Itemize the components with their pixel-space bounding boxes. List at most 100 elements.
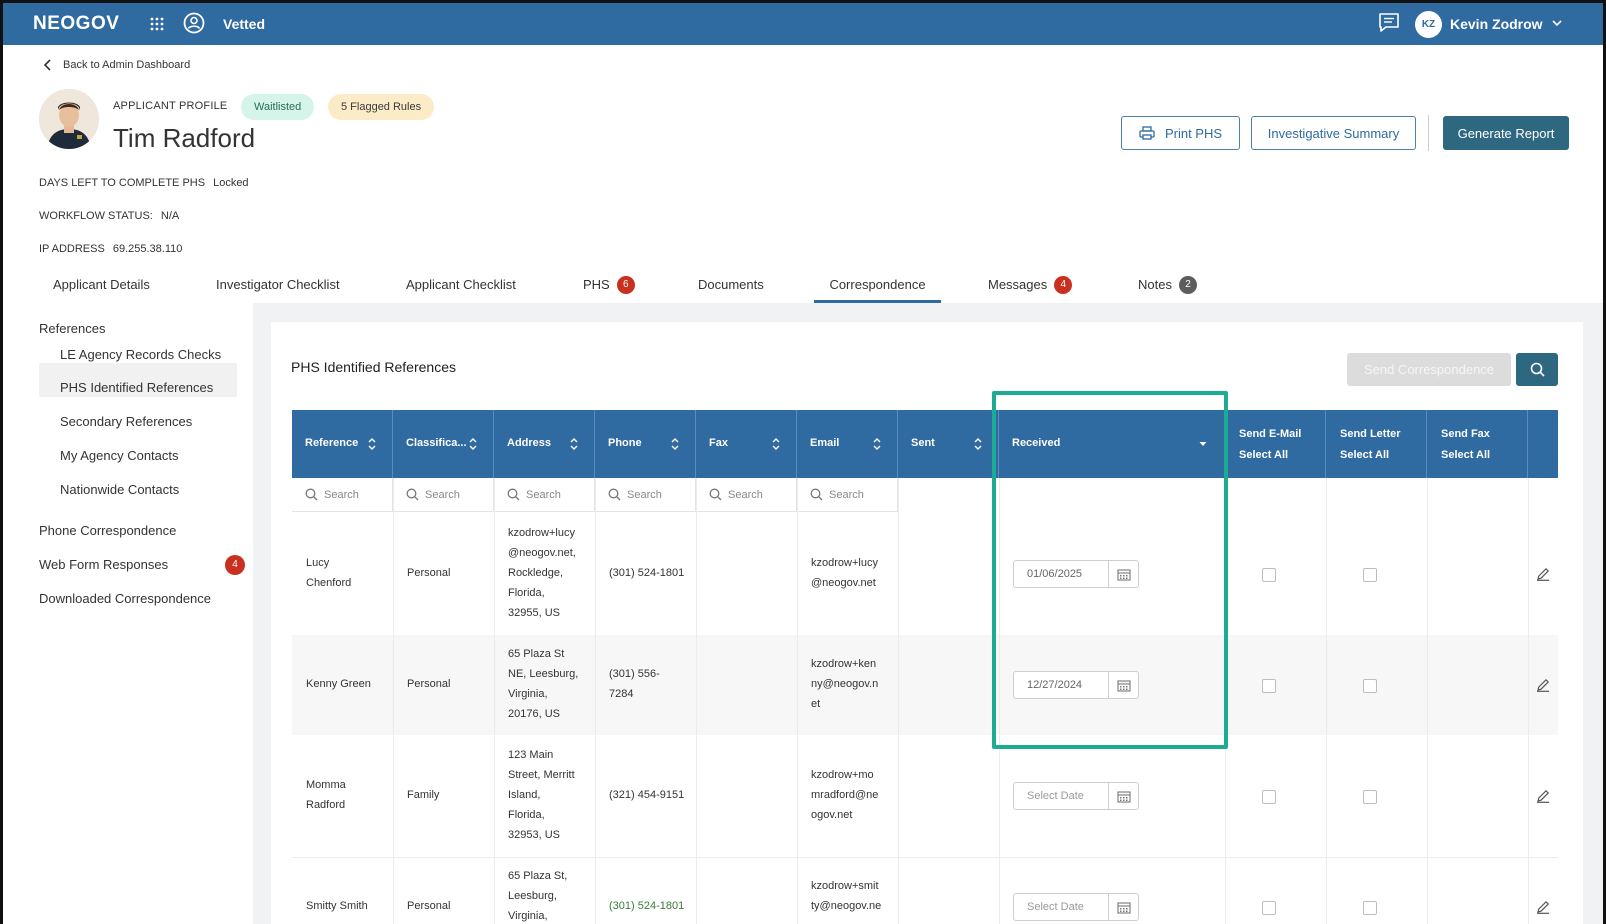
column-reference[interactable]: Reference [292, 410, 393, 478]
column-divider [393, 478, 394, 924]
select-all-email[interactable]: Select All [1239, 445, 1301, 466]
flagged-rules-badge[interactable]: 5 Flagged Rules [328, 94, 435, 120]
neogov-logo[interactable]: NEOGOV [33, 13, 119, 35]
caret-down-icon [1199, 442, 1207, 446]
sidebar-item-web-form-responses[interactable]: Web Form Responses [39, 557, 168, 572]
column-divider [797, 478, 798, 924]
reference-name: Smitty Smith [306, 900, 368, 912]
generate-report-button[interactable]: Generate Report [1443, 116, 1569, 150]
select-all-letter[interactable]: Select All [1340, 445, 1401, 466]
tab-applicant-details[interactable]: Applicant Details [53, 271, 150, 303]
sidebar-item-phone-correspondence[interactable]: Phone Correspondence [39, 523, 176, 538]
search-icon [406, 488, 419, 501]
investigative-summary-button[interactable]: Investigative Summary [1251, 116, 1416, 150]
print-phs-button[interactable]: Print PHS [1121, 116, 1240, 150]
send-email-checkbox[interactable] [1262, 679, 1276, 693]
received-date-input[interactable]: 01/06/2025 [1013, 560, 1139, 588]
printer-icon [1139, 126, 1155, 140]
edit-icon[interactable] [1536, 900, 1550, 914]
messages-count-badge: 4 [1054, 276, 1073, 294]
user-name[interactable]: Kevin Zodrow [1450, 16, 1543, 32]
sidebar-item-my-agency-contacts[interactable]: My Agency Contacts [60, 448, 179, 463]
edit-icon[interactable] [1536, 678, 1550, 692]
calendar-icon[interactable] [1108, 672, 1138, 698]
tab-notes[interactable]: Notes 2 [1138, 271, 1197, 303]
email-cell: kzodrow+mo mradford@ne ogov.net [811, 769, 879, 821]
back-to-dashboard-link[interactable]: Back to Admin Dashboard [43, 59, 190, 71]
column-classification[interactable]: Classifica... [393, 410, 494, 478]
column-email[interactable]: Email [797, 410, 898, 478]
sidebar-item-le-agency[interactable]: LE Agency Records Checks [60, 347, 221, 362]
classification-cell: Personal [407, 678, 451, 690]
tab-messages[interactable]: Messages 4 [988, 271, 1073, 303]
sidebar-item-downloaded-correspondence[interactable]: Downloaded Correspondence [39, 591, 211, 606]
calendar-icon[interactable] [1108, 783, 1138, 809]
classification-search-input[interactable]: Search [393, 478, 494, 512]
column-address[interactable]: Address [494, 410, 595, 478]
edit-icon[interactable] [1536, 789, 1550, 803]
sidebar-section-references[interactable]: References [39, 321, 105, 336]
send-email-checkbox[interactable] [1262, 901, 1276, 915]
sidebar-item-phs-references[interactable]: PHS Identified References [60, 380, 213, 395]
tab-documents[interactable]: Documents [698, 271, 764, 303]
select-all-fax[interactable]: Select All [1441, 445, 1490, 466]
search-icon [709, 488, 722, 501]
tab-applicant-checklist[interactable]: Applicant Checklist [406, 271, 516, 303]
ip-address-value: 69.255.38.110 [112, 243, 183, 255]
web-form-count-badge: 4 [225, 555, 245, 575]
send-letter-checkbox[interactable] [1363, 568, 1377, 582]
phone-cell: (301) 556- 7284 [609, 668, 660, 700]
send-letter-checkbox[interactable] [1363, 790, 1377, 804]
search-icon [608, 488, 621, 501]
column-phone[interactable]: Phone [595, 410, 696, 478]
fax-search-input[interactable]: Search [696, 478, 797, 512]
phone-cell: (321) 454-9151 [609, 789, 685, 801]
email-search-input[interactable]: Search [797, 478, 898, 512]
search-icon [507, 488, 520, 501]
column-send-email[interactable]: Send E-Mail Select All [1225, 410, 1326, 478]
print-phs-label: Print PHS [1164, 125, 1223, 141]
column-received[interactable]: Received [999, 410, 1225, 478]
received-date-input[interactable]: 12/27/2024 [1013, 671, 1139, 699]
received-date-input[interactable]: Select Date [1013, 782, 1139, 810]
days-left-label: DAYS LEFT TO COMPLETE PHS [39, 177, 206, 189]
email-cell: kzodrow+smit ty@neogov.ne [811, 880, 882, 912]
send-correspondence-button[interactable]: Send Correspondence [1347, 353, 1511, 386]
app-grid-icon[interactable] [149, 16, 165, 32]
tab-investigator-checklist[interactable]: Investigator Checklist [216, 271, 340, 303]
column-send-fax[interactable]: Send Fax Select All [1427, 410, 1528, 478]
phone-search-input[interactable]: Search [595, 478, 696, 512]
days-left-row: DAYS LEFT TO COMPLETE PHS Locked [39, 177, 249, 189]
tab-correspondence[interactable]: Correspondence [814, 271, 941, 303]
send-letter-checkbox[interactable] [1363, 901, 1377, 915]
calendar-icon[interactable] [1108, 894, 1138, 920]
sidebar-item-nationwide-contacts[interactable]: Nationwide Contacts [60, 482, 179, 497]
chat-icon[interactable] [1377, 12, 1401, 34]
tab-phs[interactable]: PHS 6 [583, 271, 635, 303]
received-date-input[interactable]: Select Date [1013, 893, 1139, 921]
workflow-status-label: WORKFLOW STATUS: [39, 210, 153, 222]
column-fax[interactable]: Fax [696, 410, 797, 478]
phone-link[interactable]: (301) 524-1801 [609, 896, 684, 916]
back-link-label: Back to Admin Dashboard [63, 59, 191, 71]
column-divider [898, 478, 899, 924]
column-send-letter[interactable]: Send Letter Select All [1326, 410, 1427, 478]
classification-cell: Personal [407, 900, 451, 912]
calendar-icon[interactable] [1108, 561, 1138, 587]
profile-tabs: Applicant Details Investigator Checklist… [3, 271, 1603, 303]
send-email-checkbox[interactable] [1262, 790, 1276, 804]
table-search-button[interactable] [1516, 353, 1558, 386]
email-cell: kzodrow+lucy @neogov.net [811, 557, 878, 589]
search-icon [1530, 362, 1545, 377]
column-sent[interactable]: Sent [898, 410, 999, 478]
sort-icon [873, 438, 881, 450]
send-letter-checkbox[interactable] [1363, 679, 1377, 693]
chevron-down-icon[interactable] [1551, 17, 1563, 29]
phone-cell: (301) 524-1801 [609, 567, 685, 579]
edit-icon[interactable] [1536, 567, 1550, 581]
reference-search-input[interactable]: Search [292, 478, 393, 512]
address-search-input[interactable]: Search [494, 478, 595, 512]
sidebar-item-secondary-references[interactable]: Secondary References [60, 414, 192, 429]
user-avatar[interactable]: KZ [1415, 11, 1442, 38]
send-email-checkbox[interactable] [1262, 568, 1276, 582]
